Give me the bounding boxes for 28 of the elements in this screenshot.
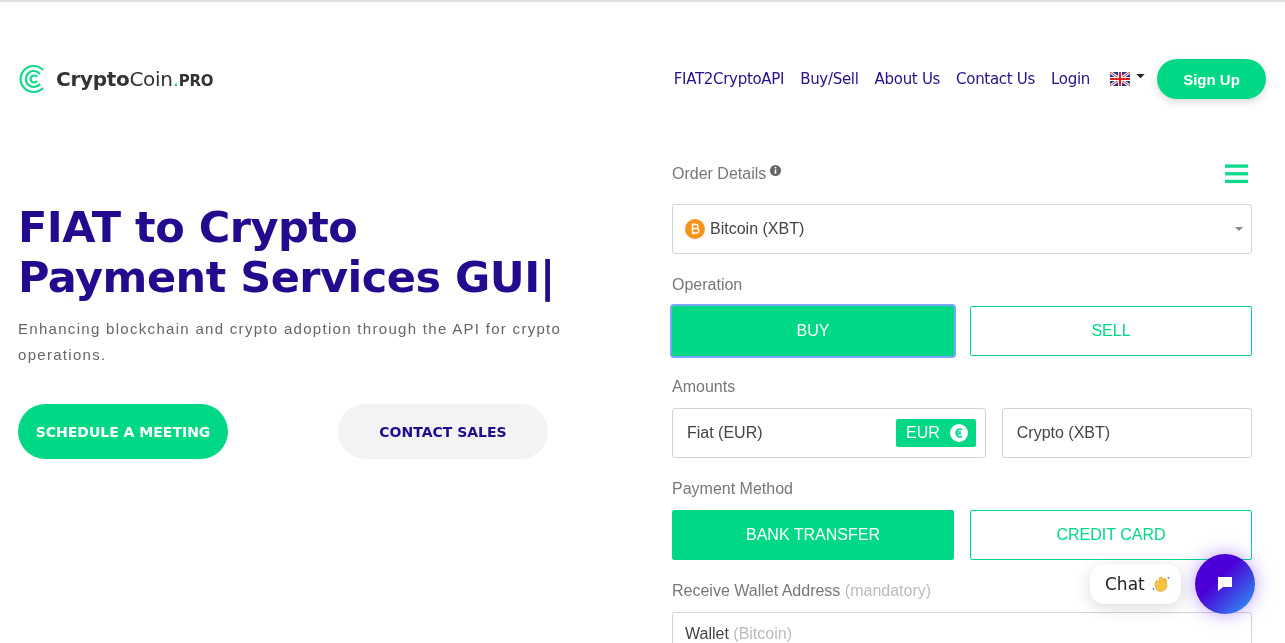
- waving-hand-icon: [1150, 574, 1171, 594]
- wallet-label: Receive Wallet Address: [672, 582, 841, 599]
- nav-link[interactable]: Login: [1051, 70, 1090, 88]
- amounts-label: Amounts: [672, 378, 737, 396]
- info-icon[interactable]: [770, 165, 782, 176]
- dropdown-caret-icon[interactable]: [1235, 226, 1243, 232]
- hero-heading: FIAT to Crypto: [18, 202, 358, 252]
- chat-tooltip[interactable]: Chat: [1090, 564, 1181, 604]
- contact-button[interactable]: CONTACT SALES: [338, 404, 548, 459]
- hero-heading: Payment Services GUI|: [18, 252, 555, 302]
- mandatory-note: (mandatory): [844, 582, 932, 599]
- chat-button[interactable]: [1194, 554, 1255, 614]
- wallet-field[interactable]: Wallet (Bitcoin): [672, 612, 1252, 643]
- currency-select[interactable]: Bitcoin (XBT): [672, 204, 1252, 254]
- logo-text[interactable]: CryptoCoin.PRO: [56, 67, 214, 91]
- nav-link[interactable]: About Us: [874, 70, 941, 88]
- nav-link[interactable]: Contact Us: [956, 70, 1036, 88]
- currency-badge: EUR: [896, 419, 976, 447]
- crypto-field[interactable]: Crypto (XBT): [1001, 408, 1252, 458]
- order-details-label: Order Details: [672, 165, 767, 183]
- bitcoin-icon: [685, 219, 705, 239]
- flag-icon[interactable]: [1110, 72, 1130, 86]
- nav-link[interactable]: FIAT2CryptoAPI: [673, 70, 785, 88]
- payment-method-label: Payment Method: [672, 480, 794, 498]
- nav-link[interactable]: Buy/Sell: [800, 70, 859, 88]
- hero-subtitle: Enhancing blockchain and crypto adoption through the API for crypto operations.: [18, 319, 563, 365]
- caret-icon[interactable]: [1136, 73, 1145, 79]
- operation-label: Operation: [672, 276, 744, 294]
